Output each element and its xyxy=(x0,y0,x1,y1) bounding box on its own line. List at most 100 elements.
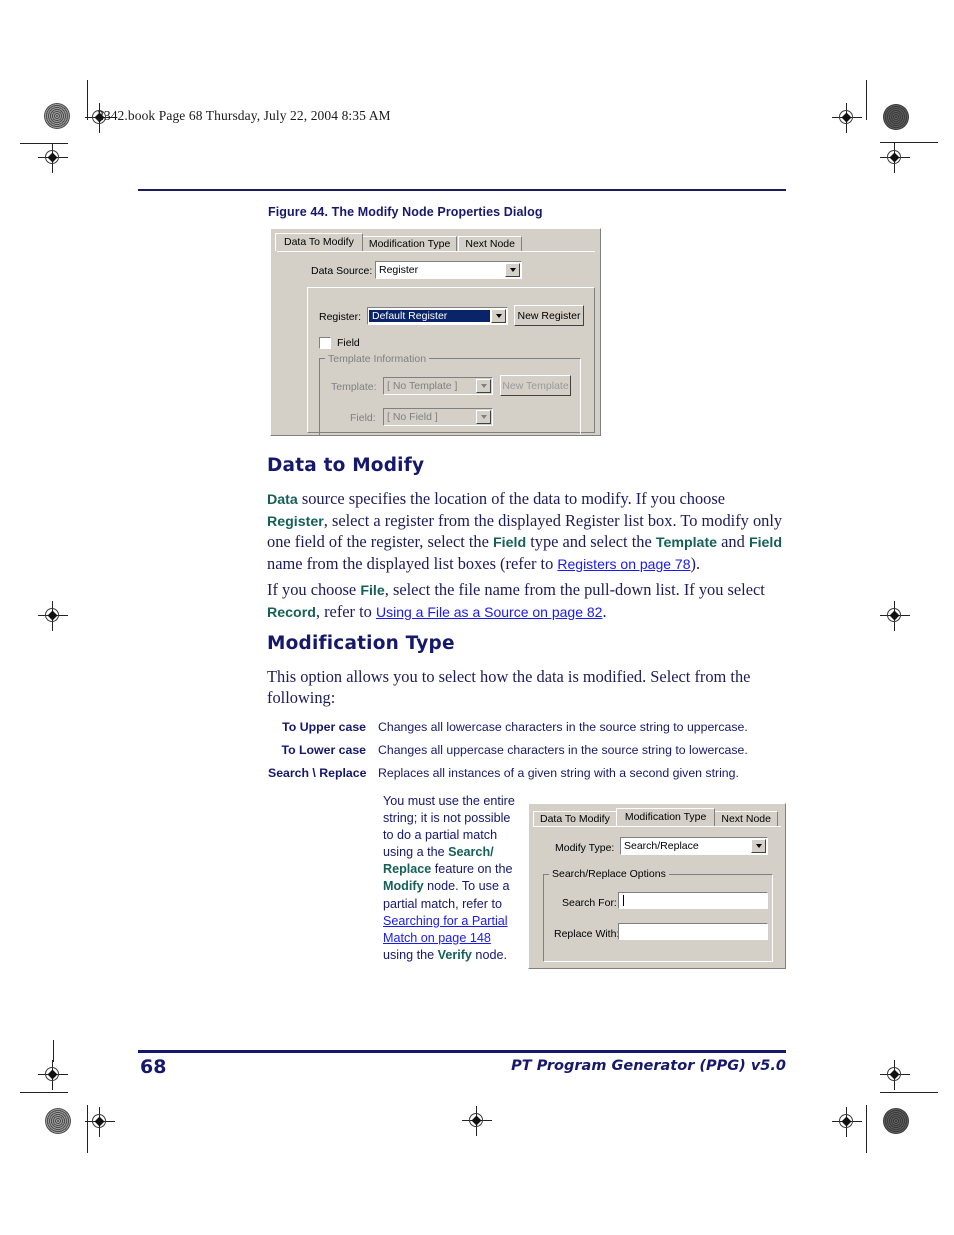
search-for-input[interactable] xyxy=(618,892,768,909)
registration-mark-bottom-left xyxy=(85,1107,115,1137)
p1-text-6: type and select the xyxy=(526,532,656,552)
field-label: Field: xyxy=(350,412,376,424)
crop-line-bottom-left-horizontal xyxy=(20,1092,68,1094)
print-registration-blob-top-right xyxy=(883,104,909,130)
note-text-3: feature on the xyxy=(431,862,513,877)
emph-file: File xyxy=(360,583,385,599)
p1-text-2: source specifies the location of the dat… xyxy=(297,489,726,508)
new-register-button[interactable]: New Register xyxy=(514,305,584,326)
data-source-combo[interactable]: Register xyxy=(375,261,522,279)
replace-with-input[interactable] xyxy=(618,923,768,940)
registration-mark-left-lower xyxy=(38,1060,68,1090)
crop-line-top-left-horizontal xyxy=(20,143,68,145)
register-value: Default Register xyxy=(369,310,490,322)
definition-row-lower: To Lower case Changes all uppercase char… xyxy=(268,743,748,757)
tab-next-node[interactable]: Next Node xyxy=(458,236,522,251)
registration-mark-bottom-right xyxy=(832,1107,862,1137)
print-registration-blob-bottom-right xyxy=(883,1108,909,1134)
p1-text-10: name from the displayed list boxes (refe… xyxy=(267,553,558,573)
registration-mark-right-lower xyxy=(880,1060,910,1090)
paragraph-modification-intro: This option allows you to select how the… xyxy=(267,667,786,708)
emph-template: Template xyxy=(655,535,718,552)
heading-modification-type: Modification Type xyxy=(267,633,455,654)
search-for-label: Search For: xyxy=(562,897,617,909)
emph-data: Data xyxy=(267,492,298,508)
crop-line-bottom-left-vertical xyxy=(87,1105,89,1153)
crop-line-top-right-vertical xyxy=(866,80,868,120)
modify-type-combo[interactable]: Search/Replace xyxy=(620,837,768,855)
definition-desc-lower: Changes all uppercase characters in the … xyxy=(378,743,748,757)
emph-modify: Modify xyxy=(383,879,424,894)
emph-verify: Verify xyxy=(437,947,472,962)
modify-type-dropdown-arrow[interactable] xyxy=(751,839,766,853)
modification-dialog-tabstrip: Data To Modify Modification Type Next No… xyxy=(533,808,779,826)
header-slug: 2342.book Page 68 Thursday, July 22, 200… xyxy=(97,108,391,123)
tab2-modification-type[interactable]: Modification Type xyxy=(615,808,716,826)
data-source-value: Register xyxy=(379,264,419,276)
registration-mark-right-upper xyxy=(880,143,910,173)
paragraph-file-record: If you choose File, select the file name… xyxy=(267,580,786,623)
template-value: [ No Template ] xyxy=(387,380,458,392)
heading-data-to-modify: Data to Modify xyxy=(267,455,425,476)
p1-text-8: and xyxy=(717,532,749,552)
field-combo[interactable]: [ No Field ] xyxy=(383,408,493,426)
paragraph-data-source: Data source specifies the location of th… xyxy=(267,489,786,574)
tab2-data-to-modify[interactable]: Data To Modify xyxy=(533,811,617,826)
registration-mark-top-right-a xyxy=(832,103,862,133)
crop-line-bottom-left-vertical-top xyxy=(53,1040,55,1062)
crop-line-top-right-horizontal xyxy=(880,142,938,144)
print-registration-blob-bottom-left xyxy=(45,1108,71,1134)
p3-text-1: This option allows you to select how the… xyxy=(267,667,751,707)
footer-rule xyxy=(138,1050,786,1053)
link-using-file-as-source-page-82[interactable]: Using a File as a Source on page 82 xyxy=(376,604,602,620)
registration-mark-bottom-center xyxy=(462,1106,492,1136)
template-combo[interactable]: [ No Template ] xyxy=(383,377,493,395)
data-source-dropdown-arrow[interactable] xyxy=(505,263,520,277)
footer-document-title: PT Program Generator (PPG) v5.0 xyxy=(511,1058,786,1074)
modify-node-properties-dialog: Data To Modify Modification Type Next No… xyxy=(270,228,601,436)
crop-line-top-left-vertical xyxy=(87,80,89,120)
search-replace-options-title: Search/Replace Options xyxy=(549,868,669,880)
modification-type-definition-list: To Upper case Changes all lowercase char… xyxy=(268,720,748,789)
register-combo[interactable]: Default Register xyxy=(367,307,508,325)
link-registers-page-78[interactable]: Registers on page 78 xyxy=(557,556,690,572)
registration-mark-left-middle xyxy=(38,601,68,631)
modify-type-value: Search/Replace xyxy=(624,840,699,852)
field-checkbox-label: Field xyxy=(337,337,360,349)
note-text-8: node. xyxy=(471,947,507,962)
new-template-button[interactable]: New Template xyxy=(500,375,571,396)
registration-mark-right-middle xyxy=(880,601,910,631)
field-dropdown-arrow[interactable] xyxy=(476,410,491,424)
p2-text-1: If you choose xyxy=(267,580,361,599)
tabstrip-underline xyxy=(277,251,595,252)
modification-tabstrip-underline xyxy=(533,826,781,827)
definition-desc-search-replace: Replaces all instances of a given string… xyxy=(378,766,739,780)
crop-line-bottom-right-vertical xyxy=(866,1105,868,1153)
p2-text-3: , select the file name from the pull-dow… xyxy=(384,580,765,599)
page-number: 68 xyxy=(140,1056,167,1078)
definition-row-search-replace: Search \ Replace Replaces all instances … xyxy=(268,766,748,780)
emph-field-1: Field xyxy=(493,535,527,552)
definition-desc-upper: Changes all lowercase characters in the … xyxy=(378,720,748,734)
register-dropdown-arrow[interactable] xyxy=(491,309,506,323)
field-value: [ No Field ] xyxy=(387,411,438,423)
p2-text-6: . xyxy=(602,601,607,621)
tab-data-to-modify[interactable]: Data To Modify xyxy=(275,233,363,251)
definition-row-upper: To Upper case Changes all lowercase char… xyxy=(268,720,748,734)
tab-modification-type[interactable]: Modification Type xyxy=(361,236,458,251)
modification-type-dialog: Data To Modify Modification Type Next No… xyxy=(528,803,786,969)
print-registration-blob-top-left xyxy=(44,103,70,129)
template-dropdown-arrow[interactable] xyxy=(476,379,491,393)
p2-text-5: , refer to xyxy=(315,601,376,621)
data-source-label: Data Source: xyxy=(311,265,373,277)
tab2-next-node[interactable]: Next Node xyxy=(714,811,778,826)
template-information-group-title: Template Information xyxy=(325,353,430,365)
field-checkbox[interactable] xyxy=(319,337,331,349)
figure-caption: Figure 44. The Modify Node Properties Di… xyxy=(268,205,543,219)
replace-with-label: Replace With: xyxy=(554,928,620,940)
partial-match-note: You must use the entire string; it is no… xyxy=(383,793,519,964)
emph-record: Record xyxy=(267,604,316,621)
link-searching-partial-match-page-148[interactable]: Searching for a Partial Match on page 14… xyxy=(383,914,508,945)
definition-term-upper: To Upper case xyxy=(282,720,366,734)
p1-text-11: ). xyxy=(690,553,701,573)
